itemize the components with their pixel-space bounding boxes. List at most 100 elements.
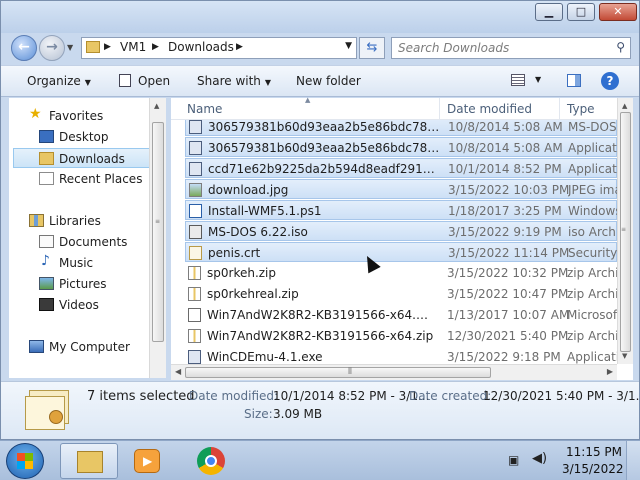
breadcrumb-chevron-icon[interactable]: ▶	[152, 42, 159, 52]
nav-documents[interactable]: Documents	[13, 232, 153, 252]
change-view-icon[interactable]	[511, 74, 525, 86]
scroll-up-icon[interactable]: ▲	[154, 102, 159, 110]
taskbar-explorer[interactable]	[60, 443, 118, 479]
file-row[interactable]: penis.crt 3/15/2022 11:14 PMSecurity C	[185, 242, 617, 262]
nav-label: Favorites	[49, 109, 104, 123]
clock-time[interactable]: 11:15 PM	[566, 445, 622, 459]
file-row[interactable]: sp0rkehreal.zip 3/15/2022 10:47 PM zip Arc…	[185, 284, 617, 304]
nav-scrollbar[interactable]: ▲ ≡	[149, 98, 166, 378]
libraries-icon	[29, 214, 44, 227]
nav-label: My Computer	[49, 340, 130, 354]
file-date: 1/18/2017 3:25 PM	[448, 204, 562, 218]
file-row[interactable]: WinCDEmu-4.1.exe 3/15/2022 9:18 PM Applica…	[185, 347, 617, 364]
file-row[interactable]: Win7AndW2K8R2-KB3191566-x64.zip 12/30/202…	[185, 326, 617, 346]
start-button[interactable]	[6, 443, 44, 479]
search-input[interactable]: Search Downloads	[398, 41, 509, 55]
file-row[interactable]: sp0rkeh.zip 3/15/2022 10:32 PMzip Archiv	[185, 263, 617, 283]
command-bar: Organize ▼ Open Share with ▼ New folder ▼ …	[1, 65, 639, 97]
column-date-modified[interactable]: Date modified	[447, 102, 532, 116]
minimize-button[interactable]: ▁	[535, 3, 563, 21]
open-button[interactable]: Open	[138, 74, 170, 88]
address-bar[interactable]: ▶ VM1 ▶ Downloads ▶ ▼	[81, 37, 357, 59]
nav-desktop[interactable]: Desktop	[13, 127, 153, 147]
chevron-down-icon: ▼	[264, 78, 272, 87]
file-date: 3/15/2022 10:32 PM	[447, 266, 569, 280]
nav-label: Recent Places	[59, 172, 143, 186]
file-name: 306579381b60d93eaa2b5e86bdc78d354c7...	[208, 141, 440, 155]
network-icon[interactable]: ▣	[508, 453, 519, 467]
file-type: Windows	[568, 204, 617, 218]
address-dropdown-icon[interactable]: ▼	[345, 41, 352, 51]
forward-button[interactable]: →	[39, 35, 65, 61]
file-row[interactable]: download.jpg 3/15/2022 10:03 PM JPEG ima	[185, 179, 617, 199]
column-divider[interactable]	[439, 98, 440, 120]
file-type: zip Archiv	[567, 329, 617, 343]
breadcrumb-vm1[interactable]: VM1	[120, 40, 146, 54]
file-row[interactable]: 306579381b60d93eaa2b5e86bdc78d354c7... 10…	[185, 120, 617, 136]
column-divider[interactable]	[559, 98, 560, 120]
nav-pictures[interactable]: Pictures	[13, 274, 153, 294]
navigation-pane: ★ Favorites Desktop Downloads Recent Plac…	[9, 98, 157, 378]
chevron-down-icon[interactable]: ▼	[535, 75, 541, 84]
back-button[interactable]: ←	[11, 35, 37, 61]
nav-favorites[interactable]: ★ Favorites	[13, 106, 153, 126]
nav-recent-places[interactable]: Recent Places	[13, 169, 153, 189]
nav-music[interactable]: ♪ Music	[13, 253, 153, 273]
file-name: download.jpg	[208, 183, 289, 197]
title-bar[interactable]: ▁ □ ✕	[1, 1, 639, 33]
breadcrumb-downloads[interactable]: Downloads	[168, 40, 234, 54]
minimize-icon: ▁	[544, 5, 554, 18]
breadcrumb-chevron-icon[interactable]: ▶	[236, 42, 243, 52]
file-name: WinCDEmu-4.1.exe	[207, 350, 323, 364]
scroll-up-icon[interactable]: ▲	[622, 102, 627, 110]
forward-arrow-icon: →	[46, 39, 58, 55]
scroll-down-icon[interactable]: ▼	[622, 352, 627, 360]
file-name: sp0rkehreal.zip	[207, 287, 299, 301]
size-value: 3.09 MB	[273, 407, 323, 421]
preview-pane-icon[interactable]	[567, 74, 581, 87]
file-date: 3/15/2022 9:18 PM	[447, 350, 561, 364]
scroll-right-icon[interactable]: ▶	[607, 367, 613, 376]
file-date: 1/13/2017 10:07 AM	[447, 308, 570, 322]
file-list-horizontal-scrollbar[interactable]: ◀ ⦀ ▶	[171, 364, 617, 380]
file-list-vertical-scrollbar[interactable]: ▲ ≡ ▼	[617, 98, 633, 364]
file-date: 10/8/2014 5:08 AM	[448, 120, 563, 134]
maximize-button[interactable]: □	[567, 3, 595, 21]
exe-icon	[189, 120, 202, 134]
recent-pages-dropdown[interactable]: ▼	[67, 43, 73, 52]
file-row[interactable]: Install-WMF5.1.ps1 1/18/2017 3:25 PM Windo…	[185, 200, 617, 220]
file-row[interactable]: ccd71e62b9225da2b594d8eadf29175e03f... 10…	[185, 158, 617, 178]
volume-icon[interactable]: ◀)	[532, 451, 547, 466]
nav-videos[interactable]: Videos	[13, 295, 153, 315]
search-box[interactable]: Search Downloads ⚲	[391, 37, 631, 59]
music-icon: ♪	[41, 253, 50, 269]
file-date: 3/15/2022 10:47 PM	[447, 287, 569, 301]
clock-date[interactable]: 3/15/2022	[562, 462, 624, 476]
back-arrow-icon: ←	[18, 39, 30, 55]
file-row[interactable]: Win7AndW2K8R2-KB3191566-x64.msu 1/13/2017…	[185, 305, 617, 325]
file-type: iso Archiv	[568, 225, 617, 239]
taskbar-chrome[interactable]	[182, 443, 240, 479]
organize-button[interactable]: Organize ▼	[27, 74, 91, 88]
share-with-button[interactable]: Share with ▼	[197, 74, 271, 88]
help-icon[interactable]: ?	[601, 72, 619, 90]
nav-libraries[interactable]: Libraries	[13, 211, 153, 231]
taskbar-media-player[interactable]: ▶	[118, 443, 176, 479]
scroll-grip-icon: ≡	[155, 218, 161, 225]
nav-my-computer[interactable]: My Computer	[13, 337, 153, 357]
file-name: Install-WMF5.1.ps1	[208, 204, 322, 218]
scroll-left-icon[interactable]: ◀	[175, 367, 181, 376]
file-row[interactable]: 306579381b60d93eaa2b5e86bdc78d354c7... 10…	[185, 137, 617, 157]
nav-scroll-thumb[interactable]	[152, 122, 164, 342]
breadcrumb-chevron-icon[interactable]: ▶	[104, 42, 111, 52]
column-type[interactable]: Type	[567, 102, 595, 116]
file-row[interactable]: MS-DOS 6.22.iso 3/15/2022 9:19 PM iso Arch…	[185, 221, 617, 241]
recent-places-icon	[39, 172, 54, 185]
new-folder-button[interactable]: New folder	[296, 74, 361, 88]
nav-downloads[interactable]: Downloads	[13, 148, 153, 168]
close-button[interactable]: ✕	[599, 3, 637, 21]
refresh-button[interactable]: ⇆	[359, 37, 385, 59]
horizontal-scroll-thumb[interactable]: ⦀	[185, 367, 491, 378]
show-desktop-button[interactable]	[626, 441, 640, 480]
column-name[interactable]: Name	[187, 102, 222, 116]
